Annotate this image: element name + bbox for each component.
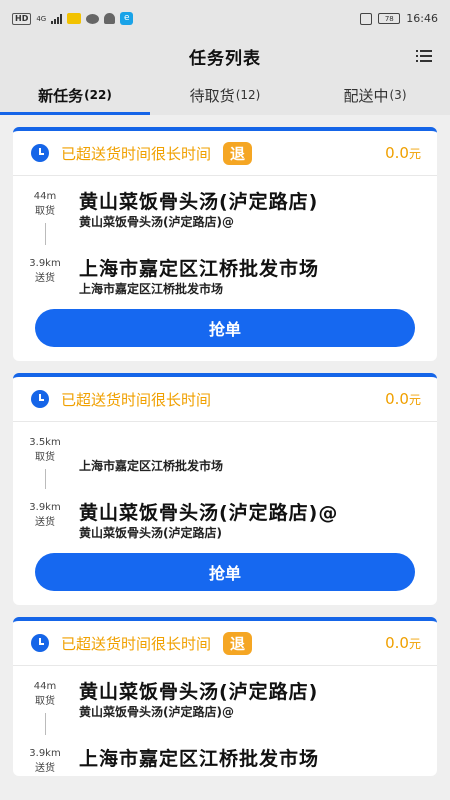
- return-badge: 退: [223, 631, 253, 655]
- route-line: [44, 469, 46, 489]
- clock-icon: [31, 634, 49, 652]
- pickup-label: 取货: [35, 696, 55, 707]
- order-price: 0.0元: [385, 144, 421, 162]
- order-price: 0.0元: [385, 390, 421, 408]
- tab-label: 待取货: [189, 86, 235, 105]
- stop-meta: 3.9km 送货: [27, 257, 63, 297]
- tab-count: (3): [389, 88, 407, 102]
- page-title: 任务列表: [189, 48, 261, 69]
- task-card: 已超送货时间很长时间 退 0.0元 44m 取货 黄山菜饭骨头汤(泸定路店) 黄…: [13, 127, 437, 361]
- overdue-text: 已超送货时间很长时间: [61, 390, 212, 409]
- status-right: 78 16:46: [360, 12, 438, 25]
- delivery-distance: 3.9km: [29, 258, 61, 269]
- battery-icon: 78: [378, 13, 401, 24]
- pickup-label: 取货: [35, 452, 55, 463]
- list-menu-icon[interactable]: [416, 49, 432, 63]
- stop-info: 上海市嘉定区江桥批发市场: [63, 436, 421, 489]
- tab-count: (12): [235, 88, 261, 102]
- notification-app-icon: [67, 13, 82, 24]
- status-bar: HD 4G e 78 16:46: [0, 0, 450, 37]
- order-price: 0.0元: [385, 634, 421, 652]
- card-header: 已超送货时间很长时间 退 0.0元: [13, 621, 437, 666]
- delivery-distance: 3.9km: [29, 748, 61, 759]
- pickup-detail: 黄山菜饭骨头汤(泸定路店)@: [79, 215, 234, 229]
- pickup-name: 黄山菜饭骨头汤(泸定路店): [79, 681, 319, 703]
- tab-count: (22): [84, 88, 112, 102]
- pickup-stop: 44m 取货 黄山菜饭骨头汤(泸定路店) 黄山菜饭骨头汤(泸定路店)@: [13, 190, 437, 245]
- tab-new-tasks[interactable]: 新任务 (22): [0, 75, 150, 115]
- task-list: 已超送货时间很长时间 退 0.0元 44m 取货 黄山菜饭骨头汤(泸定路店) 黄…: [0, 127, 450, 788]
- clock-time: 16:46: [406, 12, 438, 25]
- chat-icon: [86, 13, 100, 24]
- task-card: 已超送货时间很长时间 退 0.0元 44m 取货 黄山菜饭骨头汤(泸定路店) 黄…: [13, 617, 437, 776]
- delivery-distance: 3.9km: [29, 502, 61, 513]
- task-card: 已超送货时间很长时间 0.0元 3.5km 取货 上海市嘉定区江桥批发市场 3.…: [13, 373, 437, 605]
- grab-order-button[interactable]: 抢单: [35, 309, 415, 347]
- pickup-name: 黄山菜饭骨头汤(泸定路店): [79, 191, 319, 213]
- network-type: 4G: [36, 14, 47, 23]
- tab-delivering[interactable]: 配送中 (3): [300, 75, 450, 115]
- delivery-name: 上海市嘉定区江桥批发市场: [79, 258, 320, 280]
- delivery-label: 送货: [35, 763, 55, 774]
- delivery-stop: 3.9km 送货 上海市嘉定区江桥批发市场: [13, 747, 437, 776]
- route-line: [44, 223, 46, 245]
- tab-label: 配送中: [343, 86, 389, 105]
- delivery-detail: 上海市嘉定区江桥批发市场: [79, 282, 224, 296]
- browser-icon: e: [120, 12, 134, 25]
- delivery-label: 送货: [35, 273, 55, 284]
- delivery-stop: 3.9km 送货 黄山菜饭骨头汤(泸定路店)@ 黄山菜饭骨头汤(泸定路店): [13, 501, 437, 541]
- pickup-distance: 3.5km: [29, 437, 61, 448]
- tab-bar: 新任务 (22) 待取货 (12) 配送中 (3): [0, 75, 450, 115]
- pickup-detail: 上海市嘉定区江桥批发市场: [79, 459, 224, 473]
- pickup-detail: 黄山菜饭骨头汤(泸定路店)@: [79, 705, 234, 719]
- stop-meta: 3.9km 送货: [27, 501, 63, 541]
- stop-info: 黄山菜饭骨头汤(泸定路店) 黄山菜饭骨头汤(泸定路店)@: [63, 190, 421, 245]
- stop-meta: 3.9km 送货: [27, 747, 63, 776]
- stop-meta: 44m 取货: [27, 680, 63, 735]
- pickup-distance: 44m: [33, 191, 57, 202]
- hd-indicator: HD: [12, 12, 32, 25]
- status-left: HD 4G e: [12, 12, 134, 25]
- clock-icon: [31, 144, 49, 162]
- stop-meta: 44m 取货: [27, 190, 63, 245]
- overdue-text: 已超送货时间很长时间: [61, 634, 212, 653]
- card-header: 已超送货时间很长时间 0.0元: [13, 377, 437, 422]
- card-header: 已超送货时间很长时间 退 0.0元: [13, 131, 437, 176]
- pickup-label: 取货: [35, 206, 55, 217]
- return-badge: 退: [223, 141, 253, 165]
- tab-pending-pickup[interactable]: 待取货 (12): [150, 75, 300, 115]
- delivery-name: 上海市嘉定区江桥批发市场: [79, 748, 320, 770]
- stop-info: 黄山菜饭骨头汤(泸定路店) 黄山菜饭骨头汤(泸定路店)@: [63, 680, 421, 735]
- stop-info: 上海市嘉定区江桥批发市场: [63, 747, 421, 776]
- route-line: [44, 713, 46, 735]
- delivery-label: 送货: [35, 517, 55, 528]
- delivery-name: 黄山菜饭骨头汤(泸定路店)@: [79, 502, 339, 524]
- qq-icon: [104, 13, 116, 24]
- stop-meta: 3.5km 取货: [27, 436, 63, 489]
- overdue-text: 已超送货时间很长时间: [61, 144, 212, 163]
- vibrate-icon: [360, 12, 373, 25]
- stop-info: 黄山菜饭骨头汤(泸定路店)@ 黄山菜饭骨头汤(泸定路店): [63, 501, 421, 541]
- pickup-stop: 3.5km 取货 上海市嘉定区江桥批发市场: [13, 436, 437, 489]
- signal-icon: [51, 13, 63, 24]
- top-bar: 任务列表: [0, 37, 450, 75]
- clock-icon: [31, 390, 49, 408]
- pickup-stop: 44m 取货 黄山菜饭骨头汤(泸定路店) 黄山菜饭骨头汤(泸定路店)@: [13, 680, 437, 735]
- stop-info: 上海市嘉定区江桥批发市场 上海市嘉定区江桥批发市场: [63, 257, 421, 297]
- grab-order-button[interactable]: 抢单: [35, 553, 415, 591]
- tab-label: 新任务: [38, 86, 84, 105]
- delivery-stop: 3.9km 送货 上海市嘉定区江桥批发市场 上海市嘉定区江桥批发市场: [13, 257, 437, 297]
- pickup-distance: 44m: [33, 681, 57, 692]
- delivery-detail: 黄山菜饭骨头汤(泸定路店): [79, 526, 222, 540]
